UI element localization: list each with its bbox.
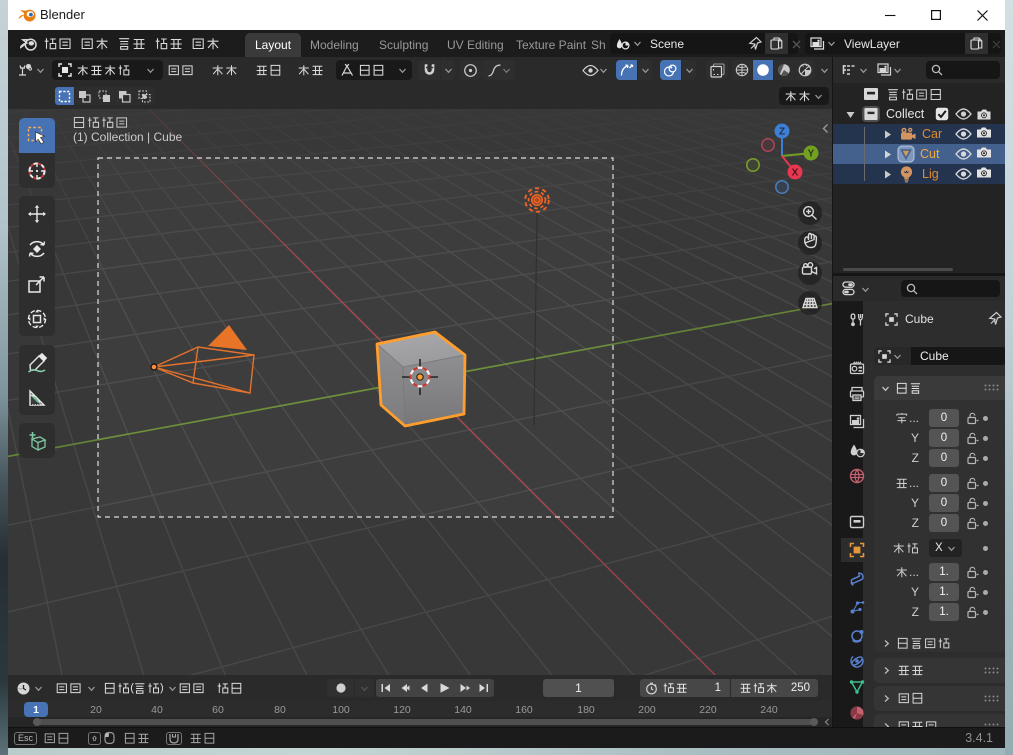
svg-text:Z: Z <box>779 127 785 138</box>
svg-text:X: X <box>792 168 799 179</box>
svg-text:Y: Y <box>808 149 815 160</box>
